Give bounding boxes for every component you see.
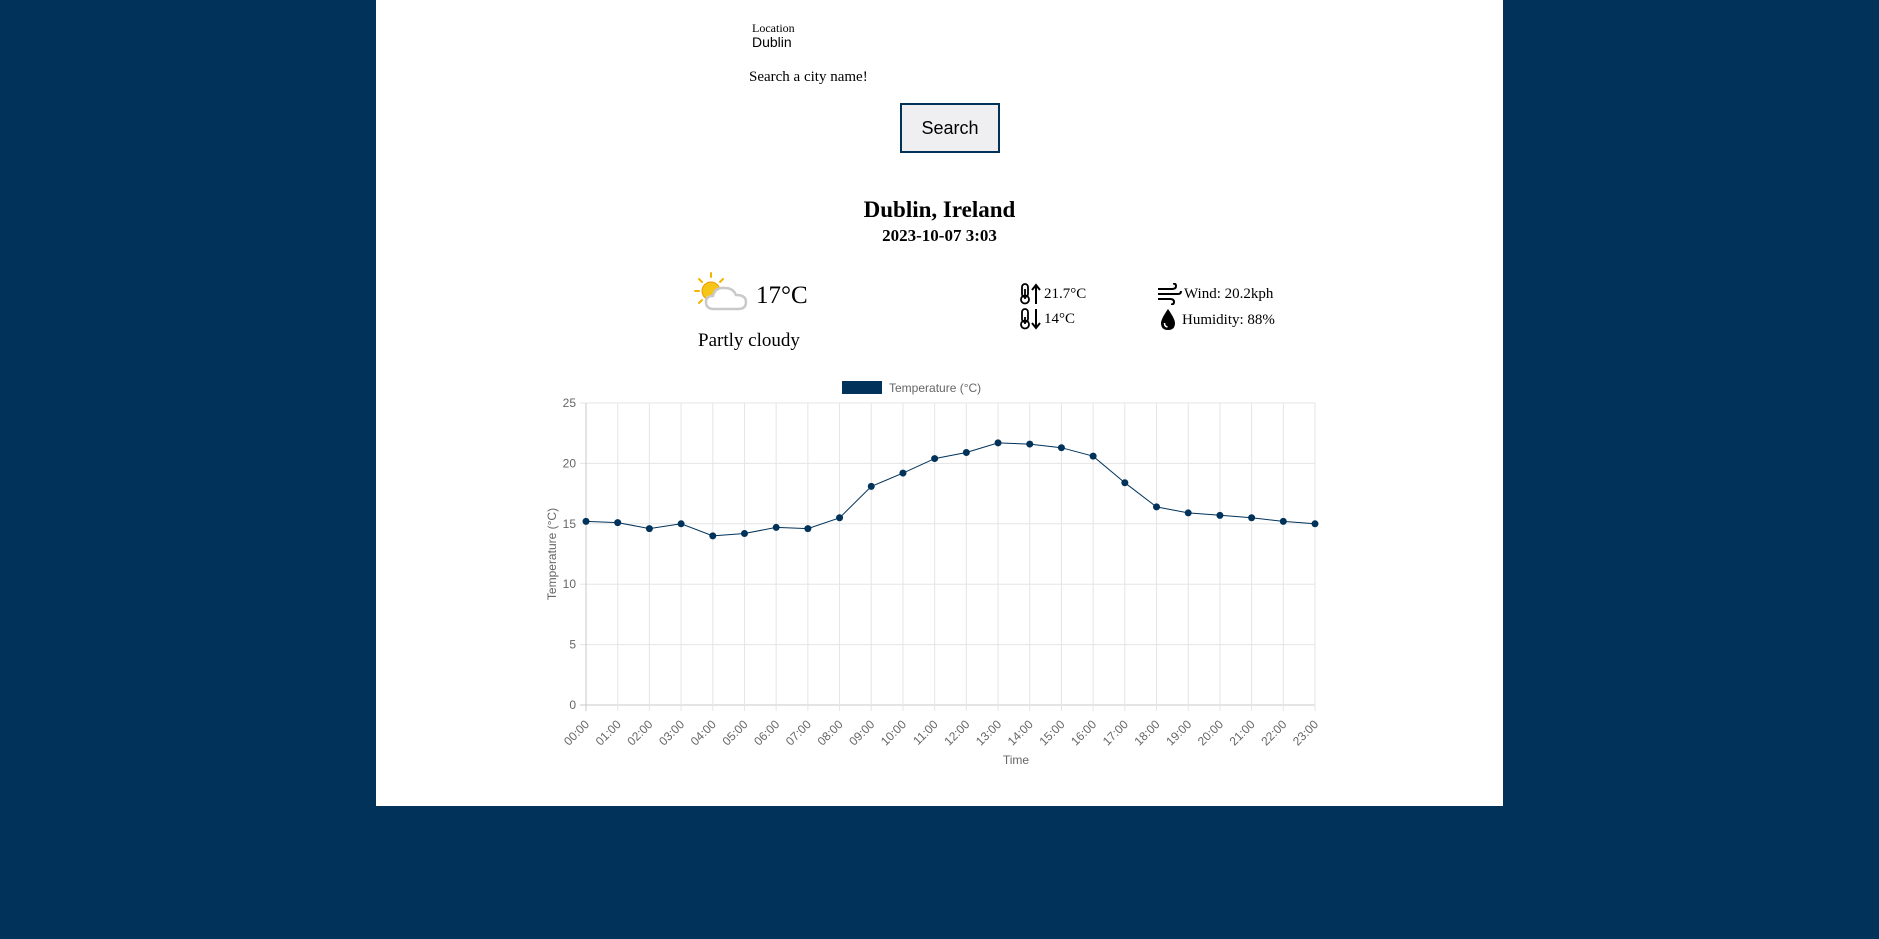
data-point[interactable] [645, 525, 653, 533]
y-tick-label: 25 [563, 396, 577, 410]
legend-label: Temperature (°C) [889, 381, 981, 395]
x-tick-label: 18:00 [1132, 717, 1163, 748]
data-point[interactable] [709, 532, 717, 540]
wind-value: Wind: 20.2kph [1184, 285, 1274, 302]
x-tick-label: 10:00 [878, 717, 909, 748]
x-tick-label: 01:00 [593, 717, 624, 748]
x-tick-label: 14:00 [1005, 717, 1036, 748]
location-input[interactable] [750, 34, 914, 50]
chart-legend[interactable]: Temperature (°C) [842, 381, 981, 395]
legend-swatch [842, 381, 882, 394]
x-tick-label: 15:00 [1036, 717, 1067, 748]
x-tick-label: 03:00 [656, 717, 687, 748]
data-point[interactable] [1279, 517, 1287, 525]
local-datetime: 2023-10-07 3:03 [882, 226, 997, 245]
data-point[interactable] [899, 469, 907, 477]
x-tick-label: 22:00 [1258, 717, 1289, 748]
x-axis-title: Time [1003, 753, 1030, 767]
x-tick-label: 07:00 [783, 717, 814, 748]
temperature-chart: 0 5 10 15 20 25 00:00 01:00 02:00 03:00 04:00 05:00… [546, 381, 1321, 767]
max-temperature: 21.7°C [1018, 283, 1086, 305]
min-temperature: 14°C [1018, 308, 1075, 330]
x-tick-label: 23:00 [1290, 717, 1321, 748]
chart-grid [580, 402, 1316, 711]
thermometer-up-icon [1020, 283, 1041, 305]
humidity: Humidity: 88% [1156, 308, 1275, 332]
current-temperature: 17°C [756, 282, 808, 309]
chart-axes: 0 5 10 15 20 25 00:00 01:00 02:00 03:00 04:00 05:00… [561, 396, 1321, 748]
data-point[interactable] [994, 439, 1002, 447]
data-point[interactable] [1057, 444, 1065, 452]
data-point[interactable] [1248, 514, 1256, 522]
city-title: Dublin, Ireland [863, 197, 1016, 222]
condition-text: Partly cloudy [698, 330, 800, 351]
y-tick-label: 15 [563, 517, 577, 531]
thermometer-down-icon [1020, 308, 1041, 330]
x-tick-label: 13:00 [973, 717, 1004, 748]
y-tick-label: 10 [563, 577, 577, 591]
y-tick-label: 0 [569, 698, 576, 712]
data-point[interactable] [962, 449, 970, 457]
data-point[interactable] [1089, 452, 1097, 460]
data-point[interactable] [677, 520, 685, 528]
min-temperature-value: 14°C [1044, 310, 1076, 327]
data-point[interactable] [1216, 511, 1224, 519]
x-tick-label: 21:00 [1227, 717, 1258, 748]
water-drop-icon [1161, 309, 1175, 330]
x-tick-label: 08:00 [815, 717, 846, 748]
data-point[interactable] [867, 482, 875, 490]
y-tick-label: 5 [569, 638, 576, 652]
chart-series [582, 439, 1319, 540]
humidity-value: Humidity: 88% [1182, 311, 1275, 328]
data-point[interactable] [740, 529, 748, 537]
x-tick-label: 19:00 [1163, 717, 1194, 748]
x-tick-label: 02:00 [624, 717, 655, 748]
data-point[interactable] [804, 525, 812, 533]
wind-icon [1158, 283, 1182, 305]
y-axis-title: Temperature (°C) [546, 508, 559, 600]
data-point[interactable] [1026, 440, 1034, 448]
main-panel: Location Search a city name! Search Dubl… [376, 0, 1503, 806]
search-button[interactable]: Search [900, 103, 1000, 153]
data-point[interactable] [931, 455, 939, 463]
data-point[interactable] [614, 519, 622, 527]
x-tick-label: 17:00 [1100, 717, 1131, 748]
data-point[interactable] [582, 517, 590, 525]
data-point[interactable] [836, 514, 844, 522]
y-tick-label: 20 [563, 456, 577, 470]
partly-cloudy-icon [694, 272, 748, 311]
x-tick-label: 11:00 [910, 717, 941, 748]
data-point[interactable] [1311, 520, 1319, 528]
x-tick-label: 16:00 [1068, 717, 1099, 748]
x-tick-label: 04:00 [688, 717, 719, 748]
temperature-line [585, 442, 1316, 537]
data-point[interactable] [772, 523, 780, 531]
max-temperature-value: 21.7°C [1044, 285, 1087, 302]
search-hint: Search a city name! [749, 69, 868, 85]
x-tick-label: 06:00 [751, 717, 782, 748]
x-tick-label: 00:00 [561, 717, 592, 748]
data-point[interactable] [1121, 479, 1129, 487]
data-point[interactable] [1184, 509, 1192, 517]
x-tick-label: 09:00 [846, 717, 877, 748]
data-point[interactable] [1153, 503, 1161, 511]
wind-speed: Wind: 20.2kph [1156, 283, 1273, 305]
x-tick-label: 12:00 [941, 717, 972, 748]
x-tick-label: 05:00 [719, 717, 750, 748]
x-tick-label: 20:00 [1195, 717, 1226, 748]
